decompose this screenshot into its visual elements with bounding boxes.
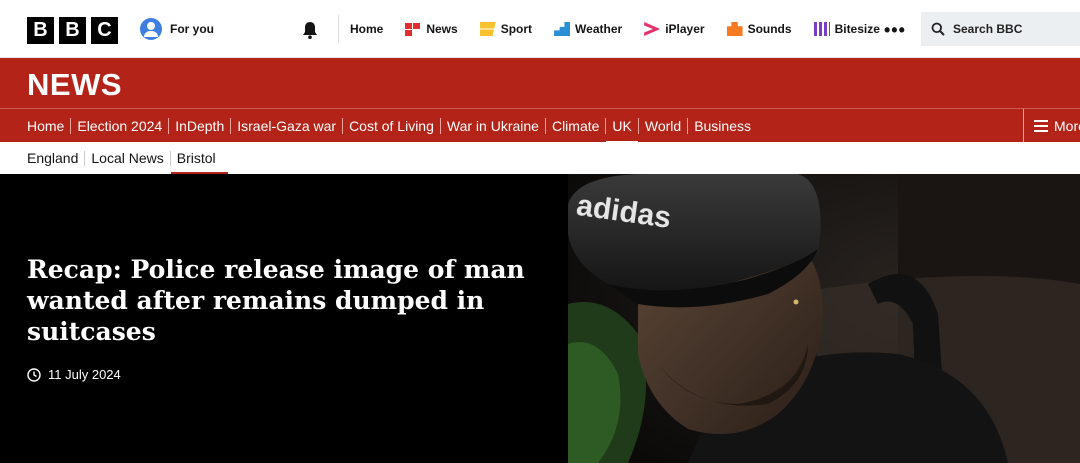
section-nav-war-in-ukraine[interactable]: War in Ukraine (441, 117, 546, 134)
hero-section: Recap: Police release image of man wante… (0, 174, 1080, 463)
section-nav-cost-of-living[interactable]: Cost of Living (343, 117, 441, 134)
sub-nav: England Local News Bristol (0, 142, 1080, 175)
nav-home-label: Home (350, 22, 384, 36)
bbc-global-header: B B C For you Home News Sport Weather iP… (0, 0, 1080, 58)
nav-sounds[interactable]: Sounds (726, 22, 792, 36)
nav-weather[interactable]: Weather (554, 22, 622, 36)
nav-divider (338, 15, 339, 43)
logo-letter-b1: B (27, 17, 54, 44)
section-nav-world[interactable]: World (639, 117, 689, 134)
global-nav: Home News Sport Weather iPlayer Sounds B… (350, 0, 902, 58)
search-icon (931, 22, 945, 36)
section-nav-uk[interactable]: UK (606, 117, 639, 144)
nav-news[interactable]: News (405, 22, 458, 36)
news-banner: NEWS (0, 58, 1080, 108)
clock-icon (27, 367, 41, 382)
sub-nav-local-news[interactable]: Local News (85, 150, 171, 166)
sub-nav-england[interactable]: England (27, 150, 86, 166)
iplayer-icon (644, 22, 661, 36)
hero-photo[interactable]: adidas (568, 174, 1080, 463)
user-avatar-icon (140, 18, 162, 40)
section-nav-israel-gaza-war[interactable]: Israel-Gaza war (231, 117, 344, 134)
for-you-label: For you (170, 22, 214, 36)
sub-nav-bristol[interactable]: Bristol (170, 150, 228, 175)
weather-icon (554, 22, 571, 36)
section-nav: Home Election 2024 InDepth Israel-Gaza w… (0, 108, 1080, 144)
bbc-logo[interactable]: B B C (27, 17, 118, 44)
article-date: 11 July 2024 (27, 367, 527, 382)
hero-text: Recap: Police release image of man wante… (27, 254, 527, 382)
section-nav-business[interactable]: Business (688, 118, 757, 134)
nav-bitesize-label: Bitesize (834, 22, 880, 36)
search-box[interactable]: Search BBC (921, 12, 1080, 46)
section-nav-more-button[interactable]: More (1023, 109, 1080, 142)
sounds-icon (726, 22, 743, 36)
notifications-bell-icon[interactable] (300, 20, 320, 40)
section-nav-election-2024[interactable]: Election 2024 (71, 117, 170, 134)
nav-bitesize[interactable]: Bitesize (813, 22, 880, 36)
nav-home[interactable]: Home (350, 22, 383, 36)
hamburger-menu-icon (1034, 119, 1048, 132)
bitesize-icon (813, 22, 830, 36)
logo-letter-c: C (91, 17, 118, 44)
section-nav-climate[interactable]: Climate (546, 117, 607, 134)
article-headline[interactable]: Recap: Police release image of man wante… (27, 254, 527, 347)
section-nav-home[interactable]: Home (27, 117, 72, 134)
nav-sport[interactable]: Sport (479, 22, 533, 36)
sport-icon (479, 22, 496, 36)
news-wordmark[interactable]: NEWS (27, 67, 122, 103)
for-you-link[interactable]: For you (140, 18, 214, 40)
more-menu-button[interactable]: ••• (884, 20, 906, 41)
article-date-text: 11 July 2024 (48, 367, 121, 382)
wanted-man-photo: adidas (568, 174, 1080, 463)
nav-sport-label: Sport (500, 22, 533, 36)
news-icon (405, 22, 421, 36)
section-nav-indepth[interactable]: InDepth (169, 117, 232, 134)
search-placeholder: Search BBC (953, 22, 1023, 36)
nav-weather-label: Weather (575, 22, 623, 36)
nav-iplayer-label: iPlayer (665, 22, 705, 36)
logo-letter-b2: B (59, 17, 86, 44)
nav-sounds-label: Sounds (747, 22, 792, 36)
more-label: More (1054, 117, 1080, 134)
nav-news-label: News (426, 22, 458, 36)
nav-iplayer[interactable]: iPlayer (644, 22, 705, 36)
